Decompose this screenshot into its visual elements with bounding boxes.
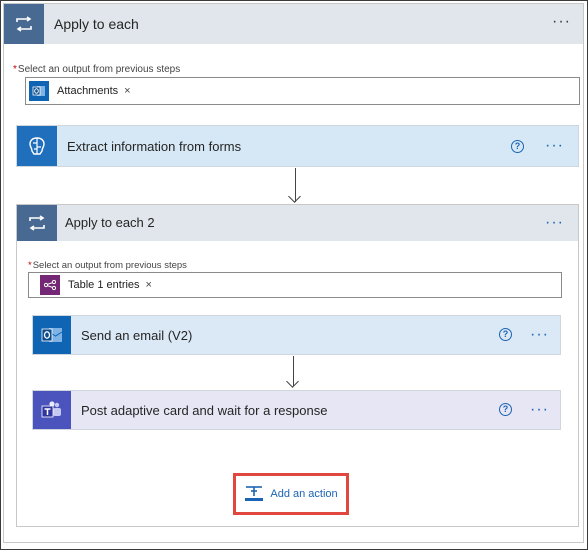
select-output-label: *Select an output from previous steps <box>28 260 187 271</box>
apply-to-each-header[interactable]: Apply to each ··· <box>4 4 583 44</box>
outlook-icon <box>29 81 49 101</box>
add-an-action-button[interactable]: Add an action <box>233 473 349 515</box>
required-mark: * <box>28 260 32 271</box>
ai-builder-icon <box>17 126 57 166</box>
select-output-text: Select an output from previous steps <box>32 260 187 271</box>
remove-token-button[interactable]: × <box>146 279 152 291</box>
more-options-button[interactable]: ··· <box>552 14 571 30</box>
outlook-icon <box>33 316 71 354</box>
select-output-field[interactable]: Attachments × <box>25 77 580 105</box>
table-entries-token[interactable]: Table 1 entries × <box>40 275 152 295</box>
add-action-icon <box>244 486 264 502</box>
apply-to-each-2-header[interactable]: Apply to each 2 ··· <box>17 205 578 241</box>
send-email-title: Send an email (V2) <box>81 328 193 343</box>
help-icon[interactable]: ? <box>499 328 512 341</box>
token-label: Table 1 entries <box>68 279 140 291</box>
designer-canvas: Apply to each ··· *Select an output from… <box>0 0 588 550</box>
attachments-token[interactable]: Attachments × <box>29 81 131 101</box>
extract-information-title: Extract information from forms <box>67 139 242 154</box>
apply-to-each-title: Apply to each <box>54 16 139 32</box>
add-action-label: Add an action <box>270 488 338 500</box>
remove-token-button[interactable]: × <box>124 85 130 97</box>
more-options-button[interactable]: ··· <box>545 138 564 154</box>
more-options-button[interactable]: ··· <box>530 327 549 343</box>
loop-icon <box>17 205 57 241</box>
apply-to-each-2-title: Apply to each 2 <box>65 215 155 230</box>
connector-arrow-icon <box>286 375 299 388</box>
select-output-text: Select an output from previous steps <box>17 64 181 75</box>
help-icon[interactable]: ? <box>499 403 512 416</box>
select-output-label: *Select an output from previous steps <box>13 64 180 75</box>
select-output-field[interactable]: Table 1 entries × <box>28 272 562 298</box>
more-options-button[interactable]: ··· <box>530 402 549 418</box>
post-adaptive-card-card[interactable]: Post adaptive card and wait for a respon… <box>32 390 561 430</box>
help-icon[interactable]: ? <box>511 140 524 153</box>
send-email-card[interactable]: Send an email (V2) ? ··· <box>32 315 561 355</box>
token-label: Attachments <box>57 85 119 97</box>
required-mark: * <box>13 64 17 75</box>
more-options-button[interactable]: ··· <box>545 215 564 231</box>
loop-icon <box>4 4 44 44</box>
teams-icon <box>33 391 71 429</box>
post-adaptive-card-title: Post adaptive card and wait for a respon… <box>81 403 328 418</box>
extract-information-card[interactable]: Extract information from forms ? ··· <box>16 125 579 167</box>
connector-arrow-icon <box>288 190 301 203</box>
ai-builder-token-icon <box>40 275 60 295</box>
